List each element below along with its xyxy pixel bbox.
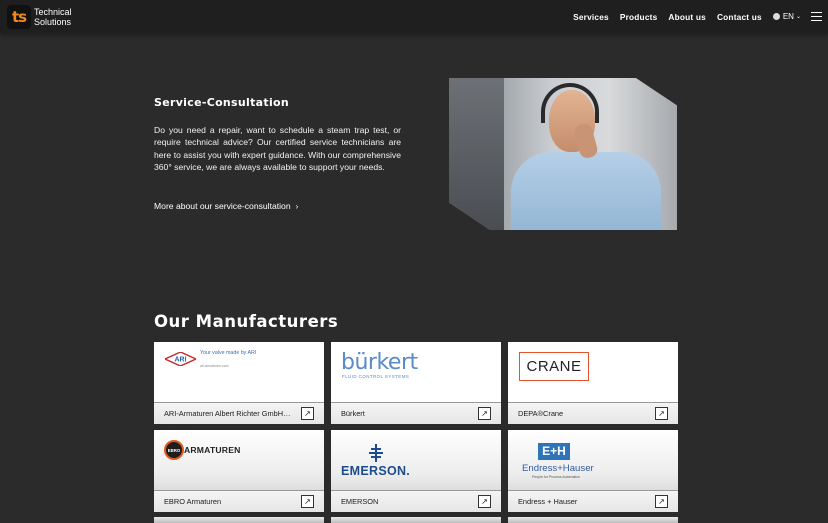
card-footer: ARI-Armaturen Albert Richter GmbH… ↗ (154, 402, 324, 424)
logo-text: Technical Solutions (34, 7, 72, 27)
nav-services[interactable]: Services (573, 12, 609, 22)
eh-wordmark: Endress+Hauser (522, 463, 594, 474)
card-footer: DEPA®Crane ↗ (508, 402, 678, 424)
card-footer: Endress + Hauser ↗ (508, 490, 678, 512)
ari-logo-mark: ARI (165, 352, 196, 366)
ebro-logo: EBRO ARMATUREN (154, 430, 324, 490)
manufacturer-name: DEPA®Crane (518, 409, 564, 418)
arrow-up-right-icon[interactable]: ↗ (655, 407, 668, 420)
hamburger-icon[interactable] (811, 12, 822, 21)
headset-graphic (541, 83, 599, 123)
manufacturer-card-emerson[interactable]: EMERSON. EMERSON ↗ (331, 430, 501, 512)
ari-url: ari-armaturen.com (200, 364, 229, 368)
manufacturer-name: EBRO Armaturen (164, 497, 222, 506)
manufacturer-card-endress-hauser[interactable]: E+H Endress+Hauser People for Process Au… (508, 430, 678, 512)
burkert-logo: bürkert FLUID CONTROL SYSTEMS (331, 342, 501, 402)
main-nav: Services Products About us Contact us EN… (573, 0, 822, 33)
manufacturer-card-partial[interactable] (508, 517, 678, 523)
nav-contact-us[interactable]: Contact us (717, 12, 762, 22)
crane-wordmark: CRANE (519, 352, 589, 381)
nav-about-us[interactable]: About us (668, 12, 706, 22)
service-more-link[interactable]: More about our service-consultation › (154, 201, 298, 211)
emerson-wordmark: EMERSON. (341, 464, 411, 478)
service-description: Do you need a repair, want to schedule a… (154, 125, 401, 172)
brand-logo[interactable]: ts Technical Solutions (7, 5, 72, 29)
chevron-right-icon: › (295, 202, 299, 211)
manufacturer-name: Bürkert (341, 409, 365, 418)
arrow-up-right-icon[interactable]: ↗ (301, 407, 314, 420)
card-footer: EMERSON ↗ (331, 490, 501, 512)
manufacturer-name: EMERSON (341, 497, 379, 506)
card-footer: EBRO Armaturen ↗ (154, 490, 324, 512)
manufacturer-card-ari[interactable]: ARI Your valve made by ARI ari-armaturen… (154, 342, 324, 424)
logo-line-1: Technical (34, 7, 72, 17)
eh-tagline: People for Process Automation (532, 475, 581, 479)
service-link-label: More about our service-consultation (154, 201, 291, 211)
manufacturer-name: Endress + Hauser (518, 497, 578, 506)
card-footer: Bürkert ↗ (331, 402, 501, 424)
nav-products[interactable]: Products (620, 12, 658, 22)
logo-mark: ts (7, 5, 31, 29)
arrow-up-right-icon[interactable]: ↗ (478, 407, 491, 420)
crane-logo: CRANE (508, 342, 678, 402)
emerson-icon (369, 444, 383, 462)
manufacturer-card-ebro[interactable]: EBRO ARMATUREN EBRO Armaturen ↗ (154, 430, 324, 512)
manufacturer-card-partial[interactable] (154, 517, 324, 523)
svg-text:ARI: ARI (174, 357, 186, 364)
arrow-up-right-icon[interactable]: ↗ (478, 495, 491, 508)
service-title: Service-Consultation (154, 96, 290, 109)
manufacturer-card-burkert[interactable]: bürkert FLUID CONTROL SYSTEMS Bürkert ↗ (331, 342, 501, 424)
ebro-wordmark: ARMATUREN (184, 445, 241, 455)
language-label: EN (782, 12, 794, 21)
ari-tagline: Your valve made by ARI (200, 350, 257, 356)
ebro-mark: EBRO (164, 440, 184, 460)
manufacturer-card-crane[interactable]: CRANE DEPA®Crane ↗ (508, 342, 678, 424)
ari-logo: ARI Your valve made by ARI ari-armaturen… (154, 342, 324, 402)
manufacturers-title: Our Manufacturers (154, 312, 339, 331)
support-agent-photo (449, 78, 677, 230)
manufacturer-card-partial[interactable] (331, 517, 501, 523)
globe-icon (772, 13, 780, 20)
arrow-up-right-icon[interactable]: ↗ (301, 495, 314, 508)
burkert-tagline: FLUID CONTROL SYSTEMS (342, 374, 410, 379)
top-navigation-bar: ts Technical Solutions Services Products… (0, 0, 828, 33)
eh-mark: E+H (538, 443, 570, 460)
language-selector[interactable]: EN ⌄ (772, 12, 801, 21)
emerson-logo: EMERSON. (331, 430, 501, 490)
endress-hauser-logo: E+H Endress+Hauser People for Process Au… (508, 430, 678, 490)
burkert-wordmark: bürkert (341, 350, 418, 375)
arrow-up-right-icon[interactable]: ↗ (655, 495, 668, 508)
logo-line-2: Solutions (34, 17, 72, 27)
manufacturer-name: ARI-Armaturen Albert Richter GmbH… (164, 409, 291, 418)
chevron-down-icon: ⌄ (795, 14, 801, 20)
